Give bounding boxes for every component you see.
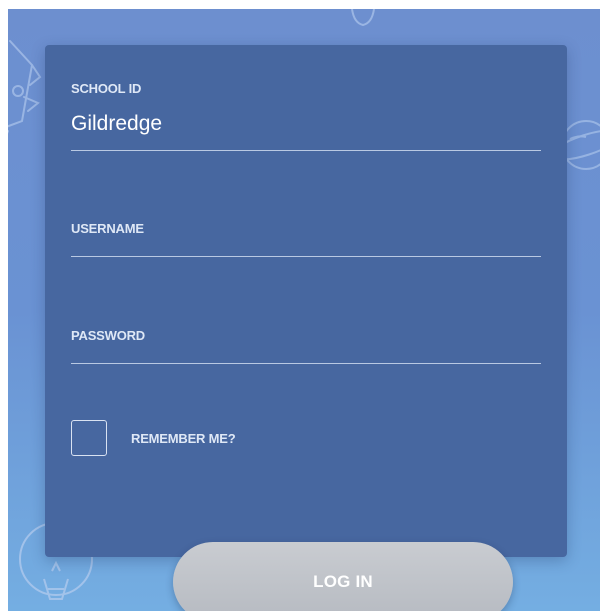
- login-card: SCHOOL ID USERNAME PASSWORD REMEMBER ME?…: [45, 45, 567, 611]
- school-id-field-group: SCHOOL ID: [71, 81, 541, 153]
- login-background: SCHOOL ID USERNAME PASSWORD REMEMBER ME?…: [8, 9, 600, 611]
- username-input[interactable]: [71, 211, 541, 255]
- password-input[interactable]: [71, 318, 541, 362]
- school-id-input[interactable]: [71, 109, 541, 139]
- username-field-group: USERNAME: [71, 211, 541, 261]
- rocket-icon: [8, 40, 42, 134]
- remember-me-label: REMEMBER ME?: [131, 431, 236, 446]
- password-underline: [71, 363, 541, 364]
- school-id-label: SCHOOL ID: [71, 81, 142, 96]
- password-field-group: PASSWORD: [71, 318, 541, 368]
- username-underline: [71, 256, 541, 257]
- school-id-underline: [71, 150, 541, 151]
- remember-me-checkbox[interactable]: [71, 420, 107, 456]
- login-button-label: LOG IN: [313, 572, 373, 591]
- bulb-icon: [351, 9, 375, 27]
- login-button[interactable]: LOG IN: [173, 542, 513, 611]
